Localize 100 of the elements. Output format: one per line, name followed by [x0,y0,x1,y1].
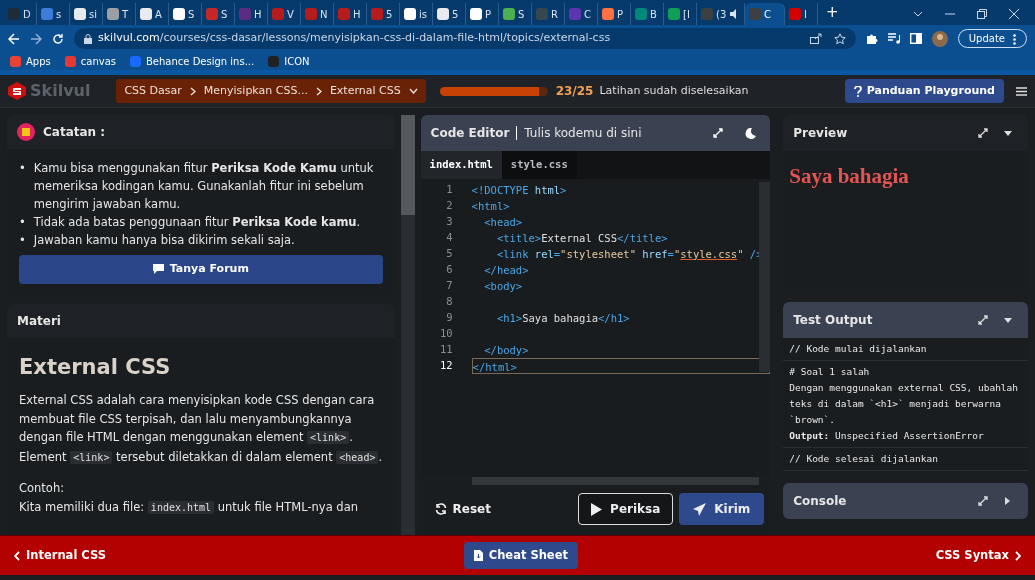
note-item: Jawaban kamu hanya bisa dikirim sekali saja. [33,232,295,249]
reload-icon[interactable] [52,32,64,45]
star-icon[interactable] [833,32,846,45]
line-number: 12 [438,357,453,373]
horizontal-scrollbar[interactable] [471,477,760,485]
refresh-icon [434,503,447,515]
panel-title: Test Output [793,312,873,329]
vertical-scrollbar[interactable] [759,181,771,372]
material-paragraph: Kita memiliki dua file: index.html untuk file HTML-nya dan [19,498,359,516]
next-lesson-link[interactable]: CSS Syntax [935,546,1021,565]
bullet-mark: • [19,160,26,177]
scrollbar-thumb[interactable] [400,115,415,215]
bullet-mark: • [19,232,26,249]
logo-text: Skilvul [30,80,91,102]
caret-right-icon[interactable] [1004,497,1012,505]
line-number: 11 [438,341,453,357]
media-icon[interactable] [887,33,900,44]
puzzle-icon[interactable] [865,32,878,45]
line-number: 4 [445,229,453,245]
output-line: Dengan menggunakan external CSS, ubahlah teks di dalam `<h1>` menjadi berwarna `brown`. [789,381,1020,427]
close-icon[interactable] [1009,9,1019,19]
chevron-right-icon [1015,550,1021,561]
caret-down-icon[interactable] [1004,317,1012,323]
sidebar-icon[interactable] [909,33,922,44]
submit-button[interactable]: Kirim [679,493,765,525]
share-icon[interactable] [809,32,822,44]
note-item: Tidak ada batas penggunaan fitur Periksa Kode kamu. [33,214,361,231]
browser-tab[interactable]: C [745,3,785,25]
line-number: 2 [445,197,453,213]
question-icon [853,85,862,97]
bookmark-link[interactable]: Apps [10,53,51,69]
file-tab[interactable]: style.css [501,151,577,179]
chat-icon [152,264,164,275]
chevron-right-icon [315,86,322,96]
output-line: # Soal 1 salah [789,365,871,379]
output-line: // Kode selesai dijalankan [789,452,939,466]
help-button[interactable]: Panduan Playground [844,78,1004,104]
bullet-mark: • [19,214,26,231]
logo-icon [8,82,26,100]
forum-button[interactable]: Tanya Forum [19,255,383,284]
play-icon [591,502,603,516]
expand-icon[interactable] [978,315,988,325]
code-line: </head> [483,262,530,278]
back-icon[interactable] [8,32,20,45]
code-line: <h1>Saya bahagia</h1> [495,310,631,326]
chevron-down-icon[interactable] [408,88,418,94]
new-tab-button[interactable]: + [826,0,839,23]
menu-icon[interactable] [1016,86,1027,96]
progress-count: 23/25 [555,83,594,100]
panel-title: Preview [793,125,848,142]
preview-heading: Saya bahagia [789,163,910,190]
material-paragraph: Contoh: [19,480,66,497]
code-line: <html> [471,198,511,214]
code-line: </body> [483,342,530,358]
file-tab[interactable]: index.html [420,151,502,179]
line-number: 1 [445,181,453,197]
material-title: Materi [7,303,395,338]
line-number: 3 [445,213,453,229]
chevron-right-icon [189,86,196,96]
material-heading: External CSS [19,353,172,381]
breadcrumb-link[interactable]: CSS Dasar [124,82,182,100]
line-number: 10 [438,325,453,341]
line-number: 5 [445,245,453,261]
lock-icon [84,33,92,44]
code-line: <head> [483,214,524,230]
note-icon [17,123,35,141]
material-paragraph: External CSS adalah cara menyisipkan kode CSS dengan cara membuat file CSS terpisah, dan lalu menyambungkannya dengan file HTML dengan menggunakan element <link> . Element <link> tersebut diletakkan di dalam element <head> . [19,392,383,466]
notes-title: Catatan : [43,124,106,141]
note-item: Kamu bisa menggunakan fitur Periksa Kode Kamu untuk memeriksa kodingan kamu. Gunakanlah fitur ini sebelum mengirim jawaban kamu. [33,160,375,213]
line-number: 6 [445,261,453,277]
line-number: 9 [445,309,453,325]
reset-button[interactable]: Reset [434,500,491,518]
output-line: Output: Unspecified AssertionError [789,429,985,443]
bookmark-link[interactable]: ICON [268,53,310,69]
line-number: 7 [445,277,453,293]
editor-title: Code Editor [430,125,510,142]
breadcrumb-link[interactable]: External CSS [329,82,401,100]
cheat-sheet-button[interactable]: Cheat Sheet [463,541,578,570]
expand-icon[interactable] [978,128,988,138]
code-line: <body> [483,278,524,294]
previous-lesson-link[interactable]: Internal CSS [14,546,107,565]
panel-title: Console [793,493,847,510]
moon-icon[interactable] [745,127,757,139]
expand-icon[interactable] [978,496,988,506]
chevron-down-icon[interactable] [913,11,923,17]
check-button[interactable]: Periksa [578,493,674,525]
caret-down-icon[interactable] [1004,130,1012,136]
profile-avatar-icon[interactable] [931,30,948,47]
progress-label: Latihan sudah diselesaikan [599,82,749,99]
breadcrumb-link[interactable]: Menyisipkan CSS... [203,82,308,100]
bookmark-link[interactable]: canvas [64,53,116,69]
bookmark-link[interactable]: Behance Design ins... [130,53,255,69]
line-number: 8 [445,293,453,309]
output-line: // Kode mulai dijalankan [789,342,928,356]
restore-icon[interactable] [977,9,987,19]
kebab-menu-icon[interactable] [1013,33,1016,45]
document-icon [473,550,483,561]
chevron-left-icon [14,550,20,561]
forward-icon[interactable] [30,32,42,45]
address-bar[interactable]: skilvul.com/courses/css-dasar/lessons/menyisipkan-css-di-dalam-file-html/topics/external-css [74,28,856,49]
